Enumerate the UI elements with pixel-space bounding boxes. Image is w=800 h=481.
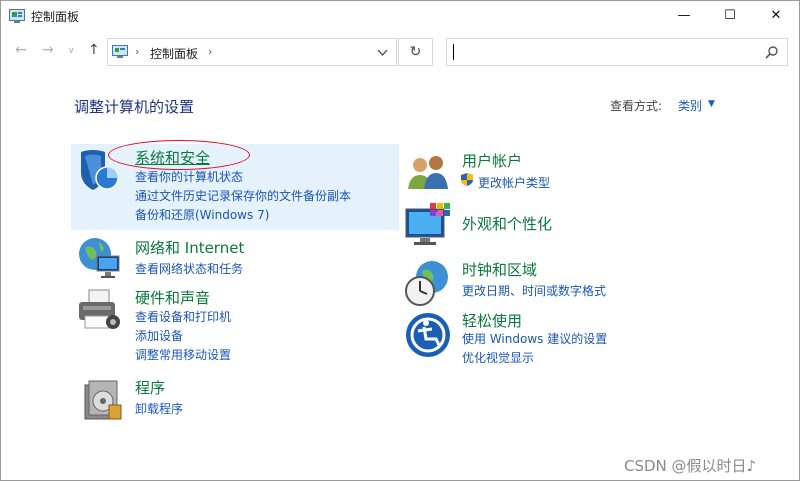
category-title-user-accounts[interactable]: 用户帐户 — [462, 150, 522, 171]
link-devices-printers[interactable]: 查看设备和打印机 — [135, 308, 231, 325]
title-bar: 控制面板 — ☐ ✕ — [1, 1, 799, 31]
recent-locations-button[interactable]: ∨ — [68, 46, 75, 56]
user-accounts-icon — [408, 156, 448, 189]
category-title-ease-of-access[interactable]: 轻松使用 — [462, 310, 522, 331]
chevron-down-icon[interactable] — [377, 47, 388, 58]
link-uninstall-program[interactable]: 卸载程序 — [135, 400, 183, 417]
forward-button[interactable]: → — [42, 42, 54, 58]
minimize-icon: — — [677, 8, 691, 23]
maximize-icon: ☐ — [724, 8, 736, 23]
breadcrumb-separator[interactable]: › — [135, 45, 139, 58]
control-panel-icon — [9, 9, 25, 23]
window-title: 控制面板 — [31, 10, 80, 24]
link-network-status[interactable]: 查看网络状态和任务 — [135, 260, 243, 277]
search-icon[interactable] — [765, 45, 779, 59]
link-change-account-type[interactable]: 更改帐户类型 — [478, 174, 550, 191]
refresh-button[interactable]: ↻ — [398, 38, 433, 66]
link-backup-restore[interactable]: 备份和还原(Windows 7) — [135, 206, 269, 223]
breadcrumb-control-panel[interactable]: 控制面板 — [150, 45, 198, 62]
category-title-programs[interactable]: 程序 — [135, 377, 165, 398]
view-by-label: 查看方式: — [610, 99, 663, 113]
accessibility-icon — [406, 313, 450, 357]
control-panel-icon — [112, 45, 128, 58]
view-by-dropdown[interactable]: 类别 — [678, 97, 702, 114]
annotation-circle — [108, 140, 250, 170]
category-title-clock-region[interactable]: 时钟和区域 — [462, 259, 537, 280]
link-add-device[interactable]: 添加设备 — [135, 327, 183, 344]
clock-globe-icon — [405, 261, 448, 306]
appearance-monitor-icon — [405, 203, 450, 245]
printer-icon — [79, 289, 120, 329]
programs-icon — [84, 380, 122, 420]
link-mobility-settings[interactable]: 调整常用移动设置 — [135, 346, 231, 363]
link-recommended-settings[interactable]: 使用 Windows 建议的设置 — [462, 330, 607, 347]
minimize-button[interactable]: — — [661, 1, 707, 31]
address-bar[interactable]: › 控制面板 › — [107, 38, 397, 66]
page-heading: 调整计算机的设置 — [74, 98, 195, 116]
text-cursor — [453, 44, 454, 60]
close-button[interactable]: ✕ — [753, 1, 799, 31]
back-button[interactable]: ← — [15, 42, 27, 58]
watermark: CSDN @假以时日♪ — [624, 457, 757, 475]
maximize-button[interactable]: ☐ — [707, 1, 753, 31]
refresh-icon: ↻ — [409, 44, 422, 60]
breadcrumb-separator[interactable]: › — [208, 45, 212, 58]
network-globe-icon — [79, 238, 120, 278]
link-change-date-time-format[interactable]: 更改日期、时间或数字格式 — [462, 282, 606, 299]
up-button[interactable]: ↑ — [88, 42, 100, 58]
search-input[interactable] — [457, 42, 751, 62]
search-box[interactable] — [446, 38, 788, 66]
close-icon: ✕ — [770, 8, 782, 23]
link-optimize-visual-display[interactable]: 优化视觉显示 — [462, 349, 534, 366]
category-title-network[interactable]: 网络和 Internet — [135, 237, 244, 258]
control-panel-window: 控制面板 — ☐ ✕ ← → ∨ ↑ › 控制面板 › ↻ 调整计算机的设置 查… — [0, 0, 800, 481]
uac-shield-icon — [461, 173, 473, 186]
category-title-appearance[interactable]: 外观和个性化 — [462, 213, 552, 234]
dropdown-arrow-icon[interactable]: ▼ — [708, 99, 715, 109]
link-view-computer-status[interactable]: 查看你的计算机状态 — [135, 168, 243, 185]
category-title-hardware-sound[interactable]: 硬件和声音 — [135, 287, 210, 308]
link-file-history-backup[interactable]: 通过文件历史记录保存你的文件备份副本 — [135, 187, 351, 204]
